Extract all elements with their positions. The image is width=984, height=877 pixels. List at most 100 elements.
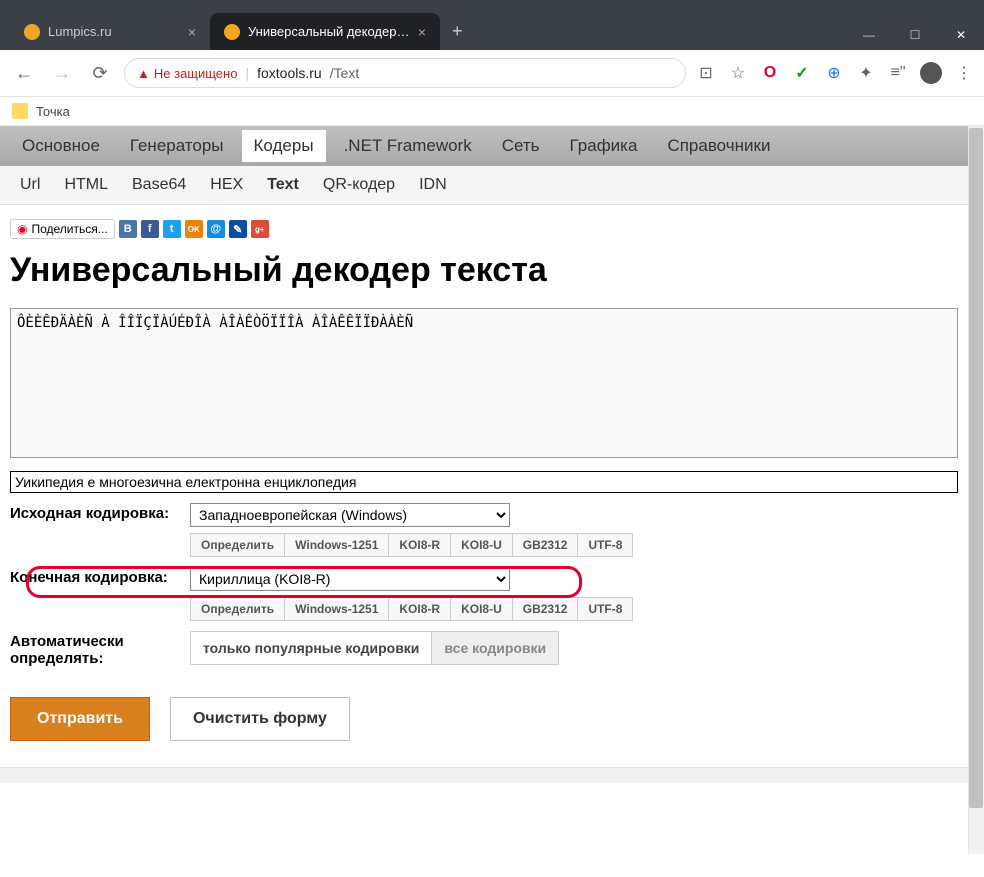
src-detect-button[interactable]: Определить: [190, 533, 285, 557]
opera-icon[interactable]: O: [760, 63, 780, 83]
browser-tabs: Lumpics.ru × Универсальный декодер текст…: [10, 13, 475, 50]
menu-main-1[interactable]: Генераторы: [118, 130, 236, 162]
page-content: Основное Генераторы Кодеры .NET Framewor…: [0, 126, 984, 854]
menu-main-3[interactable]: .NET Framework: [332, 130, 484, 162]
src-win1251-button[interactable]: Windows-1251: [285, 533, 389, 557]
tgt-utf8-button[interactable]: UTF-8: [578, 597, 633, 621]
new-tab-button[interactable]: +: [440, 13, 475, 50]
menu-main-4[interactable]: Сеть: [490, 130, 552, 162]
menu-sub-qr[interactable]: QR-кодер: [313, 172, 405, 198]
page-title: Универсальный декодер текста: [10, 251, 958, 290]
sub-menu: Url HTML Base64 HEX Text QR-кодер IDN: [0, 166, 968, 205]
tab-lumpics[interactable]: Lumpics.ru ×: [10, 13, 210, 50]
tgt-gb2312-button[interactable]: GB2312: [513, 597, 579, 621]
menu-sub-base64[interactable]: Base64: [122, 172, 196, 198]
window-controls: — ☐ ✕: [846, 20, 984, 50]
social-vk[interactable]: B: [119, 220, 137, 238]
translate-icon[interactable]: ⊡: [696, 63, 716, 83]
bookmarks-bar: Точка: [0, 97, 984, 126]
auto-detect-label: Автоматически определять:: [10, 631, 190, 667]
horizontal-scrollbar[interactable]: [0, 767, 968, 783]
menu-main-2[interactable]: Кодеры: [242, 130, 326, 162]
target-encoding-label: Конечная кодировка:: [10, 567, 190, 586]
menu-icon[interactable]: ⋮: [954, 63, 974, 83]
close-icon[interactable]: ×: [188, 24, 196, 40]
src-koi8u-button[interactable]: KOI8-U: [451, 533, 513, 557]
share-label: Поделиться...: [31, 222, 107, 236]
back-button[interactable]: ←: [10, 59, 38, 87]
social-gp[interactable]: g+: [251, 220, 269, 238]
mode-popular-button[interactable]: только популярные кодировки: [190, 631, 432, 665]
page-viewport: Основное Генераторы Кодеры .NET Framewor…: [0, 126, 984, 854]
tgt-koi8u-button[interactable]: KOI8-U: [451, 597, 513, 621]
favicon-icon: [24, 24, 40, 40]
tab-foxtools[interactable]: Универсальный декодер текста ×: [210, 13, 440, 50]
megaphone-icon: ◉: [17, 222, 27, 236]
menu-main-0[interactable]: Основное: [10, 130, 112, 162]
close-icon[interactable]: ×: [418, 24, 426, 40]
avatar-icon[interactable]: [920, 62, 942, 84]
source-encoding-label: Исходная кодировка:: [10, 503, 190, 522]
menu-sub-idn[interactable]: IDN: [409, 172, 457, 198]
menu-sub-html[interactable]: HTML: [54, 172, 118, 198]
insecure-label: Не защищено: [154, 66, 238, 81]
extensions-icon[interactable]: ✦: [856, 63, 876, 83]
menu-sub-hex[interactable]: HEX: [200, 172, 253, 198]
bookmark-item[interactable]: Точка: [36, 104, 70, 119]
source-encoding-buttons: Определить Windows-1251 KOI8-R KOI8-U GB…: [190, 533, 958, 557]
tgt-detect-button[interactable]: Определить: [190, 597, 285, 621]
social-fb[interactable]: f: [141, 220, 159, 238]
social-mail[interactable]: @: [207, 220, 225, 238]
content-area: ◉ Поделиться... B f t OK @ ✎ g+ Универса…: [0, 205, 968, 767]
scrollbar[interactable]: [968, 126, 984, 854]
main-menu: Основное Генераторы Кодеры .NET Framewor…: [0, 126, 968, 166]
output-field[interactable]: Уикипедия е многоезична електронна енцик…: [10, 471, 958, 493]
target-encoding-buttons: Определить Windows-1251 KOI8-R KOI8-U GB…: [190, 597, 958, 621]
tgt-koi8r-button[interactable]: KOI8-R: [389, 597, 451, 621]
social-tw[interactable]: t: [163, 220, 181, 238]
url-path: /Text: [330, 65, 360, 81]
social-lj[interactable]: ✎: [229, 220, 247, 238]
omnibox[interactable]: ▲ Не защищено | foxtools.ru/Text: [124, 58, 686, 88]
maximize-button[interactable]: ☐: [892, 20, 938, 50]
menu-sub-url[interactable]: Url: [10, 172, 50, 198]
mode-all-button[interactable]: все кодировки: [432, 631, 559, 665]
url-domain: foxtools.ru: [257, 65, 322, 81]
auto-detect-row: Автоматически определять: только популяр…: [10, 631, 958, 667]
tab-title: Универсальный декодер текста: [248, 24, 410, 39]
share-button[interactable]: ◉ Поделиться...: [10, 219, 115, 239]
reload-button[interactable]: ⟳: [86, 59, 114, 87]
src-utf8-button[interactable]: UTF-8: [578, 533, 633, 557]
social-ok[interactable]: OK: [185, 220, 203, 238]
clear-button[interactable]: Очистить форму: [170, 697, 350, 741]
form-actions: Отправить Очистить форму: [10, 697, 958, 753]
menu-main-6[interactable]: Справочники: [655, 130, 782, 162]
globe-icon[interactable]: ⊕: [824, 63, 844, 83]
tgt-win1251-button[interactable]: Windows-1251: [285, 597, 389, 621]
address-bar: ← → ⟳ ▲ Не защищено | foxtools.ru/Text ⊡…: [0, 50, 984, 97]
share-row: ◉ Поделиться... B f t OK @ ✎ g+: [10, 219, 958, 239]
target-encoding-select[interactable]: Кириллица (KOI8-R): [190, 567, 510, 591]
reading-list-icon[interactable]: ≡": [888, 63, 908, 83]
menu-main-5[interactable]: Графика: [558, 130, 650, 162]
input-textarea[interactable]: [10, 308, 958, 458]
src-gb2312-button[interactable]: GB2312: [513, 533, 579, 557]
tab-title: Lumpics.ru: [48, 24, 180, 39]
src-koi8r-button[interactable]: KOI8-R: [389, 533, 451, 557]
star-icon[interactable]: ☆: [728, 63, 748, 83]
source-encoding-row: Исходная кодировка: Западноевропейская (…: [10, 503, 958, 557]
forward-button[interactable]: →: [48, 59, 76, 87]
insecure-warning: ▲ Не защищено: [137, 66, 237, 81]
source-encoding-select[interactable]: Западноевропейская (Windows): [190, 503, 510, 527]
target-encoding-row: Конечная кодировка: Кириллица (KOI8-R) О…: [10, 567, 958, 621]
submit-button[interactable]: Отправить: [10, 697, 150, 741]
minimize-button[interactable]: —: [846, 20, 892, 50]
menu-sub-text[interactable]: Text: [257, 172, 309, 198]
warning-icon: ▲: [137, 66, 150, 81]
folder-icon: [12, 103, 28, 119]
check-icon[interactable]: ✓: [792, 63, 812, 83]
browser-titlebar: Lumpics.ru × Универсальный декодер текст…: [0, 0, 984, 50]
close-window-button[interactable]: ✕: [938, 20, 984, 50]
toolbar-icons: ⊡ ☆ O ✓ ⊕ ✦ ≡" ⋮: [696, 62, 974, 84]
scrollbar-thumb[interactable]: [969, 128, 983, 808]
